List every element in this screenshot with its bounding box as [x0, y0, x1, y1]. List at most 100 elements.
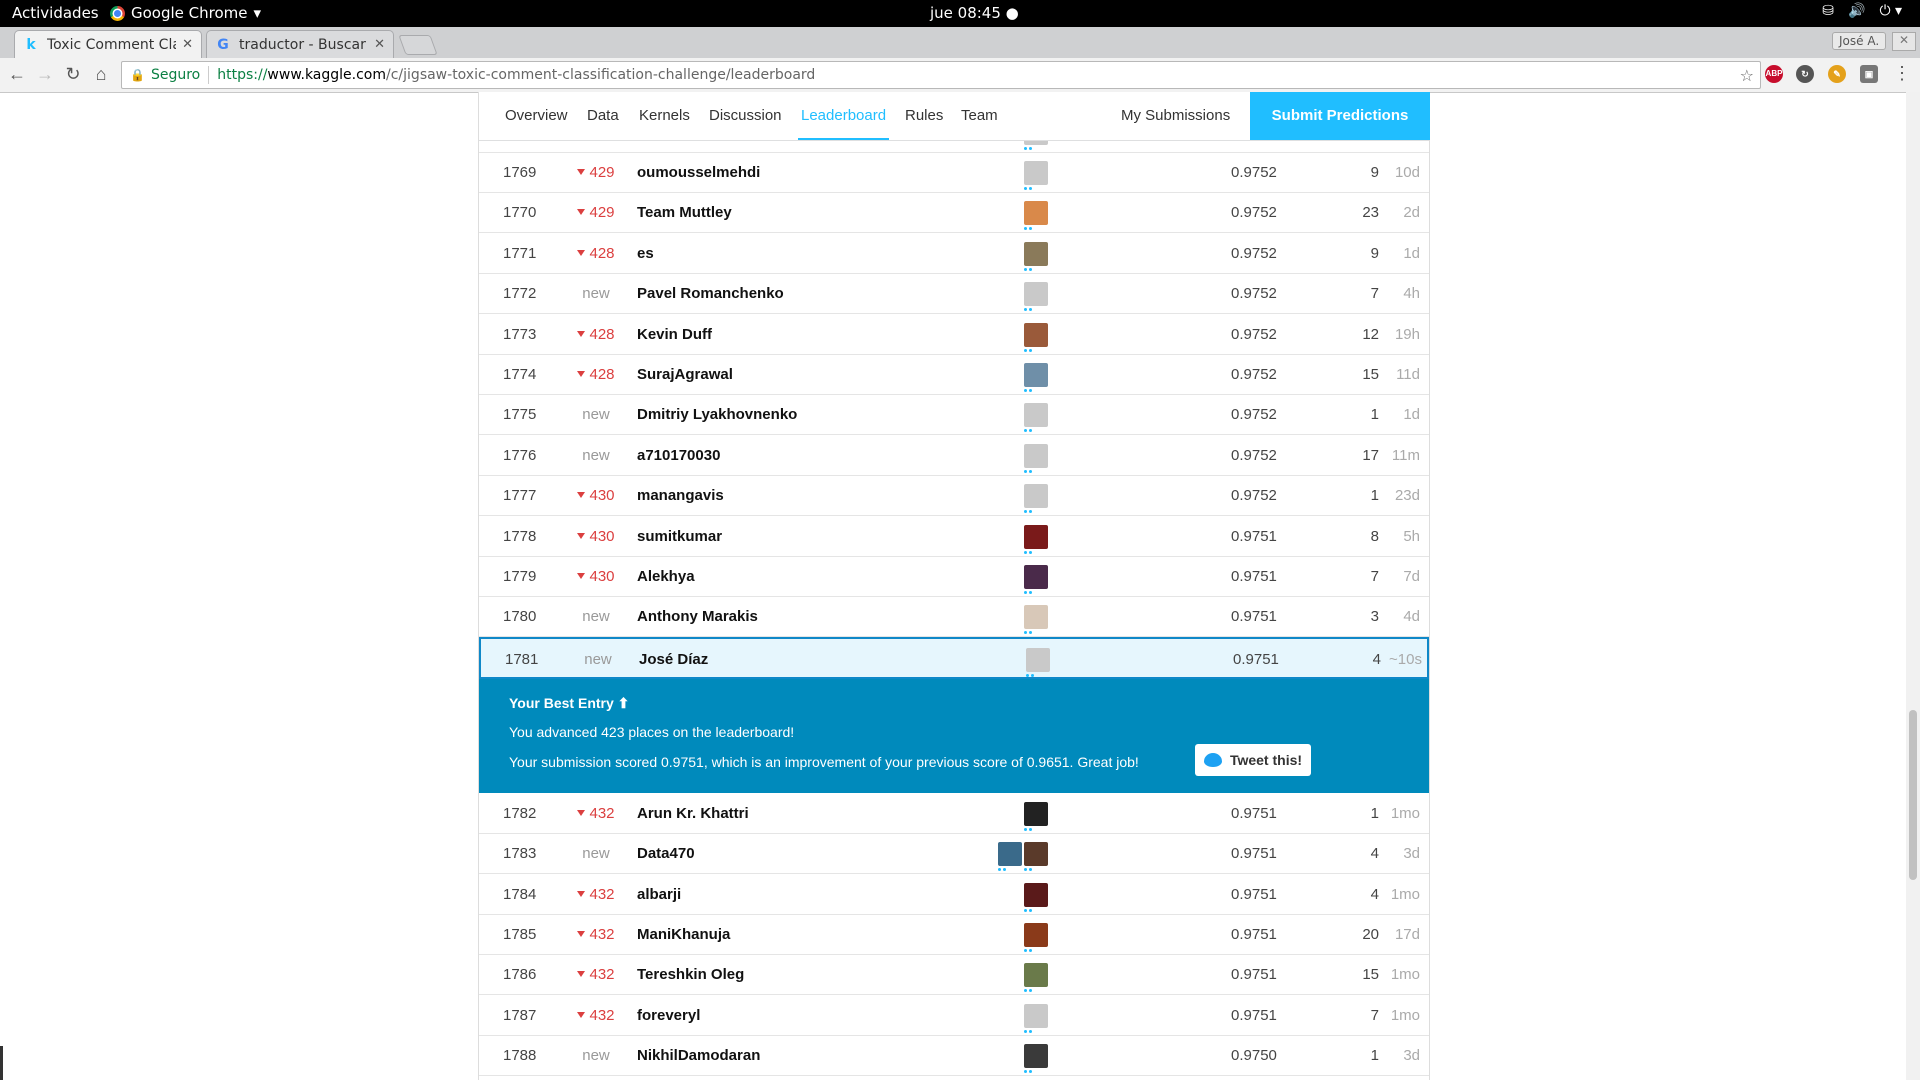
app-menu[interactable]: Google Chrome ▾ — [110, 4, 261, 22]
table-row[interactable]: 1786 432 Tereshkin Oleg 0.9751 15 1mo — [479, 954, 1429, 996]
team-name-link[interactable]: oumousselmehdi — [637, 164, 760, 181]
team-name-link[interactable]: Arun Kr. Khattri — [637, 805, 749, 822]
table-row[interactable]: 1772 new Pavel Romanchenko 0.9752 7 4h — [479, 273, 1429, 315]
my-team-row[interactable]: 1781 new José Díaz 0.9751 4 ~10s — [479, 636, 1429, 679]
menu-icon[interactable]: ⋮ — [1891, 63, 1913, 84]
tab-traductor[interactable]: G traductor - Buscar co ✕ — [206, 30, 394, 58]
table-row[interactable]: 1788 new NikhilDamodaran 0.9750 1 3d — [479, 1035, 1429, 1077]
team-name-link[interactable]: manangavis — [637, 487, 724, 504]
table-row[interactable]: 1783 new Data470 0.9751 4 3d — [479, 833, 1429, 875]
table-row[interactable]: 1782 432 Arun Kr. Khattri 0.9751 1 1mo — [479, 793, 1429, 834]
team-name-link[interactable]: SurajAgrawal — [637, 366, 733, 383]
team-name-link[interactable]: albarji — [637, 886, 681, 903]
avatar[interactable] — [1024, 443, 1048, 468]
address-bar[interactable]: 🔒 Seguro https:// www.kaggle.com /c/jigs… — [121, 61, 1761, 89]
sync-icon[interactable]: ↻ — [1796, 65, 1814, 83]
avatar[interactable] — [1024, 801, 1048, 826]
table-row[interactable]: 1774 428 SurajAgrawal 0.9752 15 11d — [479, 354, 1429, 395]
avatar[interactable] — [1024, 484, 1048, 509]
team-name-link[interactable]: foreveryl — [637, 1007, 700, 1024]
avatar[interactable] — [1024, 241, 1048, 266]
profile-button[interactable]: José A. — [1832, 32, 1887, 50]
table-row[interactable]: 1780 new Anthony Marakis 0.9751 3 4d — [479, 596, 1429, 638]
home-icon[interactable]: ⌂ — [90, 64, 112, 85]
tab-leaderboard[interactable]: Leaderboard — [797, 107, 890, 140]
team-name-link[interactable]: NikhilDamodaran — [637, 1047, 760, 1064]
team-name-link[interactable]: Data470 — [637, 845, 695, 862]
close-icon[interactable]: ✕ — [182, 37, 193, 52]
tab-team[interactable]: Team — [961, 107, 998, 124]
rank-cell: 1778 — [503, 527, 537, 545]
clock[interactable]: jue 08:45 ● — [930, 4, 1019, 22]
team-name-link[interactable]: Alekhya — [637, 568, 695, 585]
extension-icon[interactable]: ▣ — [1860, 65, 1878, 83]
team-name-link[interactable]: Team Muttley — [637, 204, 732, 221]
avatar[interactable] — [1024, 1003, 1048, 1028]
avatar[interactable] — [1024, 882, 1048, 907]
reload-icon[interactable]: ↻ — [62, 64, 84, 85]
team-name-link[interactable]: Anthony Marakis — [637, 608, 758, 625]
table-row[interactable]: 1777 430 manangavis 0.9752 1 23d — [479, 475, 1429, 517]
close-window-icon[interactable]: ✕ — [1892, 32, 1916, 51]
team-name-link[interactable]: Pavel Romanchenko — [637, 285, 784, 302]
team-name-link[interactable]: José Díaz — [639, 651, 708, 668]
team-name-link[interactable]: a710170030 — [637, 447, 720, 464]
team-name-link[interactable]: Tereshkin Oleg — [637, 966, 744, 983]
avatar[interactable] — [1024, 201, 1048, 226]
rank-change-cell: new — [565, 1047, 627, 1064]
avatar[interactable] — [1024, 842, 1048, 867]
forward-icon[interactable]: → — [34, 64, 56, 85]
chevron-down-icon: ▾ — [253, 4, 262, 22]
avatar[interactable] — [1024, 963, 1048, 988]
system-menu[interactable]: ⛁ 🔊 ⏻ ▾ — [1822, 3, 1902, 19]
tab-kernels[interactable]: Kernels — [639, 107, 690, 124]
team-name-link[interactable]: Kevin Duff — [637, 326, 712, 343]
rank-change-value: new — [582, 285, 610, 303]
avatar[interactable] — [1024, 363, 1048, 387]
scrollbar-thumb[interactable] — [1909, 710, 1917, 880]
tab-toxic-comment[interactable]: k Toxic Comment Clas ✕ — [14, 30, 202, 58]
table-row[interactable]: 1778 430 sumitkumar 0.9751 8 5h — [479, 516, 1429, 557]
avatar[interactable] — [1024, 161, 1048, 185]
avatar[interactable] — [1024, 524, 1048, 549]
table-row[interactable]: 1769 429 oumousselmehdi 0.9752 9 10d — [479, 152, 1429, 193]
table-row[interactable]: 1779 430 Alekhya 0.9751 7 7d — [479, 556, 1429, 597]
tab-rules[interactable]: Rules — [905, 107, 943, 124]
team-name-link[interactable]: sumitkumar — [637, 528, 722, 545]
avatar[interactable] — [1024, 1044, 1048, 1069]
tab-overview[interactable]: Overview — [505, 107, 568, 124]
new-tab-button[interactable] — [398, 35, 438, 55]
team-name-link[interactable]: es — [637, 245, 654, 262]
table-row[interactable]: 1785 432 ManiKhanuja 0.9751 20 17d — [479, 914, 1429, 955]
table-row[interactable]: 1776 new a710170030 0.9752 17 11m — [479, 435, 1429, 476]
avatar[interactable] — [998, 842, 1022, 867]
my-submissions-link[interactable]: My Submissions — [1121, 107, 1230, 124]
avatar[interactable] — [1024, 565, 1048, 589]
avatar[interactable] — [1024, 282, 1048, 307]
avatar[interactable] — [1024, 403, 1048, 428]
avatar[interactable] — [1026, 647, 1050, 672]
table-row[interactable]: 1770 429 Team Muttley 0.9752 23 2d — [479, 192, 1429, 234]
submit-predictions-button[interactable]: Submit Predictions — [1250, 92, 1430, 140]
table-row[interactable]: 1784 432 albarji 0.9751 4 1mo — [479, 874, 1429, 915]
avatar[interactable] — [1024, 322, 1048, 347]
color-picker-icon[interactable]: ✎ — [1828, 65, 1846, 83]
table-row[interactable]: 1771 428 es 0.9752 9 1d — [479, 233, 1429, 274]
page-scrollbar[interactable] — [1906, 92, 1920, 1080]
table-row[interactable]: 1773 428 Kevin Duff 0.9752 12 19h — [479, 314, 1429, 355]
table-row[interactable]: 1775 new Dmitriy Lyakhovnenko 0.9752 1 1d — [479, 394, 1429, 436]
triangle-down-icon — [577, 330, 586, 337]
tab-discussion[interactable]: Discussion — [709, 107, 782, 124]
tab-data[interactable]: Data — [587, 107, 619, 124]
close-icon[interactable]: ✕ — [374, 37, 385, 52]
avatar[interactable] — [1024, 923, 1048, 947]
table-row[interactable]: 1787 432 foreveryl 0.9751 7 1mo — [479, 995, 1429, 1036]
adblock-icon[interactable]: ABP — [1765, 65, 1783, 83]
back-icon[interactable]: ← — [6, 64, 28, 85]
tweet-button[interactable]: Tweet this! — [1195, 743, 1311, 776]
team-name-link[interactable]: ManiKhanuja — [637, 926, 730, 943]
bookmark-star-icon[interactable]: ☆ — [1740, 66, 1754, 85]
activities-button[interactable]: Actividades — [12, 4, 99, 22]
avatar[interactable] — [1024, 605, 1048, 630]
team-name-link[interactable]: Dmitriy Lyakhovnenko — [637, 406, 797, 423]
